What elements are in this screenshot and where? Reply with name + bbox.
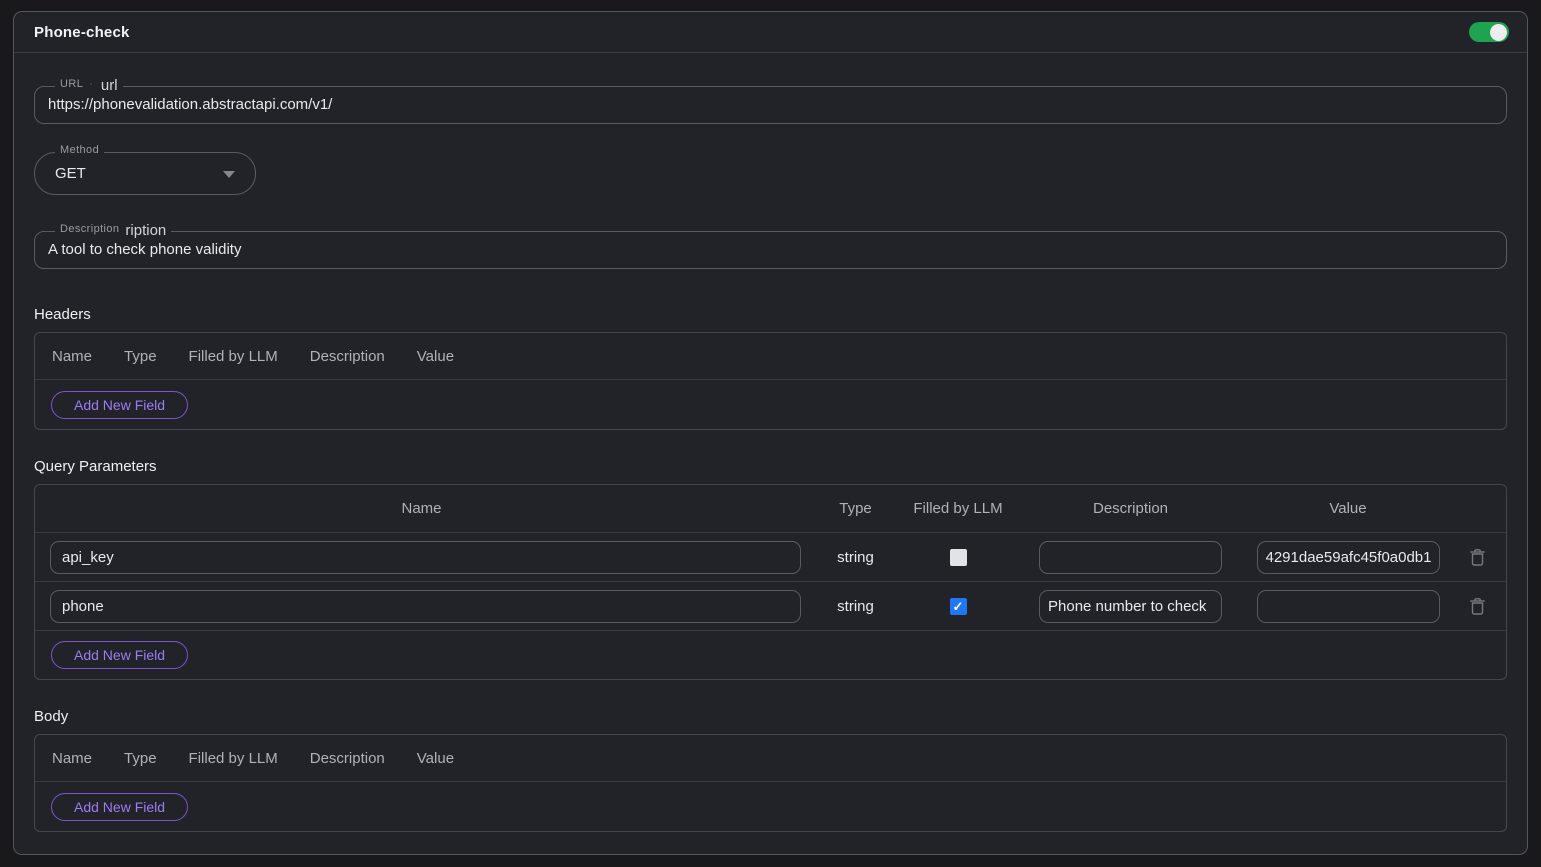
body-section-title: Body xyxy=(34,708,1507,725)
url-field[interactable]: URL · url https://phonevalidation.abstra… xyxy=(34,86,1507,124)
description-field-label: Description ription xyxy=(55,222,171,237)
param-value-input[interactable] xyxy=(1257,590,1440,623)
column-value: Value xyxy=(417,750,454,767)
description-label-large: ription xyxy=(125,223,166,238)
param-name-input[interactable] xyxy=(50,541,801,574)
chevron-down-icon xyxy=(223,171,235,178)
headers-add-row: Add New Field xyxy=(35,380,1506,429)
url-field-label: URL · url xyxy=(55,77,123,92)
table-row: string xyxy=(35,581,1506,630)
query-parameters-table-head: Name Type Filled by LLM Description Valu… xyxy=(35,485,1506,532)
param-actions-cell xyxy=(1448,546,1506,569)
card-content: URL · url https://phonevalidation.abstra… xyxy=(14,86,1527,832)
body-table-head: Name Type Filled by LLM Description Valu… xyxy=(35,735,1506,782)
table-row: string xyxy=(35,532,1506,581)
description-value: A tool to check phone validity xyxy=(35,232,1506,268)
column-filled-by-llm: Filled by LLM xyxy=(903,500,1013,517)
body-add-row: Add New Field xyxy=(35,782,1506,831)
column-description: Description xyxy=(310,750,385,767)
toggle-knob xyxy=(1490,24,1507,41)
column-filled-by-llm: Filled by LLM xyxy=(189,348,278,365)
body-table: Name Type Filled by LLM Description Valu… xyxy=(34,734,1507,832)
description-label-small: Description xyxy=(60,222,119,235)
query-parameters-table: Name Type Filled by LLM Description Valu… xyxy=(34,484,1507,680)
param-actions-cell xyxy=(1448,595,1506,618)
column-value: Value xyxy=(417,348,454,365)
param-name-cell xyxy=(35,541,808,574)
method-label: Method xyxy=(55,143,104,156)
param-type: string xyxy=(808,549,903,566)
method-select[interactable]: Method GET xyxy=(34,152,256,195)
query-parameters-add-row: Add New Field xyxy=(35,630,1506,679)
column-name: Name xyxy=(52,348,92,365)
param-value-cell xyxy=(1248,590,1448,623)
query-parameters-section-title: Query Parameters xyxy=(34,458,1507,475)
headers-section-title: Headers xyxy=(34,306,1507,323)
trash-icon xyxy=(1469,548,1486,567)
method-label-text: Method xyxy=(60,143,99,156)
method-value: GET xyxy=(35,153,255,194)
url-label-large: url xyxy=(101,78,118,93)
headers-add-new-field-button[interactable]: Add New Field xyxy=(51,391,188,419)
trash-icon xyxy=(1469,597,1486,616)
description-field[interactable]: Description ription A tool to check phon… xyxy=(34,231,1507,269)
column-filled-by-llm: Filled by LLM xyxy=(189,750,278,767)
url-label-small: URL xyxy=(60,77,83,90)
body-add-new-field-button[interactable]: Add New Field xyxy=(51,793,188,821)
enabled-toggle[interactable] xyxy=(1469,22,1509,42)
column-name: Name xyxy=(52,750,92,767)
param-name-cell xyxy=(35,590,808,623)
param-description-cell xyxy=(1013,541,1248,574)
param-value-input[interactable] xyxy=(1257,541,1440,574)
param-description-input[interactable] xyxy=(1039,541,1222,574)
param-filled-cell xyxy=(903,549,1013,566)
column-description: Description xyxy=(310,348,385,365)
column-type: Type xyxy=(124,750,157,767)
param-type: string xyxy=(808,598,903,615)
url-value: https://phonevalidation.abstractapi.com/… xyxy=(35,87,1506,123)
query-parameters-add-new-field-button[interactable]: Add New Field xyxy=(51,641,188,669)
headers-table-head: Name Type Filled by LLM Description Valu… xyxy=(35,333,1506,380)
column-value: Value xyxy=(1248,500,1448,517)
delete-row-button[interactable] xyxy=(1467,546,1488,569)
param-description-input[interactable] xyxy=(1039,590,1222,623)
param-description-cell xyxy=(1013,590,1248,623)
column-name: Name xyxy=(35,500,808,517)
param-filled-cell xyxy=(903,598,1013,615)
tool-config-card: Phone-check URL · url https://phonevalid… xyxy=(13,11,1528,855)
param-value-cell xyxy=(1248,541,1448,574)
delete-row-button[interactable] xyxy=(1467,595,1488,618)
filled-by-llm-checkbox[interactable] xyxy=(950,598,967,615)
column-type: Type xyxy=(124,348,157,365)
filled-by-llm-checkbox[interactable] xyxy=(950,549,967,566)
tool-title: Phone-check xyxy=(34,24,130,41)
card-header: Phone-check xyxy=(14,12,1527,53)
column-type: Type xyxy=(808,500,903,517)
param-name-input[interactable] xyxy=(50,590,801,623)
headers-table: Name Type Filled by LLM Description Valu… xyxy=(34,332,1507,430)
column-description: Description xyxy=(1013,500,1248,517)
url-label-separator: · xyxy=(83,77,95,90)
